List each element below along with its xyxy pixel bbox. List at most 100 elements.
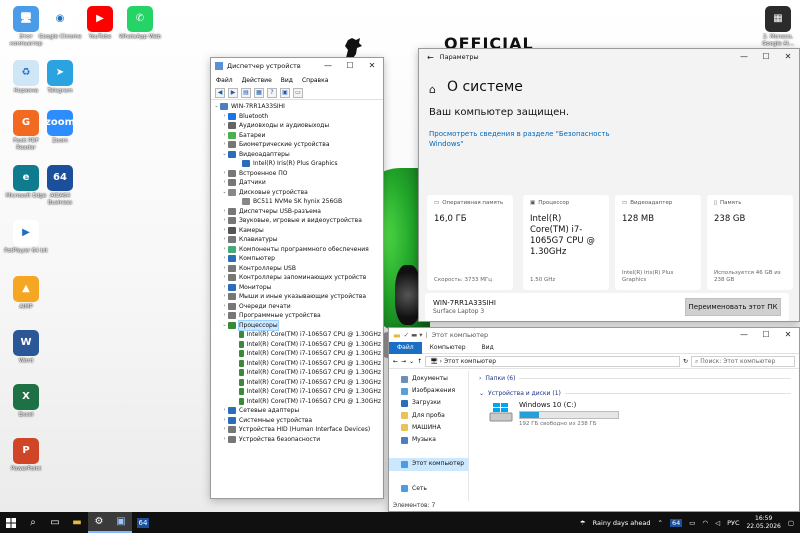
close-button[interactable]: ✕ [361, 58, 383, 74]
folders-group-header[interactable]: › Папки (6) [479, 375, 791, 382]
device-category[interactable]: › Компьютер [213, 254, 381, 264]
home-icon[interactable]: ⌂ [429, 83, 436, 96]
maximize-button[interactable]: ☐ [755, 327, 777, 343]
expand-icon[interactable]: › [221, 425, 228, 435]
show-icon[interactable]: ▣ [280, 87, 290, 98]
security-link[interactable]: Просмотреть сведения в разделе "Безопасн… [429, 129, 619, 149]
device-category[interactable]: › Диспетчеры USB-разъема [213, 207, 381, 217]
desktop-icon-7[interactable]: zoom Zoom [38, 110, 82, 145]
close-button[interactable]: ✕ [777, 49, 799, 65]
device-item[interactable]: Intel(R) Core(TM) i7-1065G7 CPU @ 1.30GH… [213, 359, 381, 369]
wifi-icon[interactable]: ◠ [702, 519, 708, 527]
device-item[interactable]: Intel(R) Core(TM) i7-1065G7 CPU @ 1.30GH… [213, 330, 381, 340]
minimize-button[interactable]: — [317, 58, 339, 74]
expand-icon[interactable]: › [221, 273, 228, 283]
device-category[interactable]: › Батареи [213, 131, 381, 141]
tree-root[interactable]: ⌄ WIN-7RR1A33SIHI [213, 102, 381, 112]
device-category[interactable]: › Устройства HID (Human Interface Devices… [213, 425, 381, 435]
desktop-icon-5[interactable]: ➤ Telegram [38, 60, 82, 95]
desktop-icon-12[interactable]: W Word [4, 330, 48, 365]
chevron-up-icon[interactable]: ⌃ [658, 519, 663, 527]
desktop-icon-10[interactable]: ▶ PotPlayer 64 bit [4, 220, 48, 255]
minimize-button[interactable]: — [733, 327, 755, 343]
expand-icon[interactable]: › [221, 235, 228, 245]
back-icon[interactable]: ← [393, 358, 398, 365]
device-category[interactable]: › Камеры [213, 226, 381, 236]
nav-item[interactable]: Этот компьютер [389, 458, 468, 471]
device-item[interactable]: Intel(R) Core(TM) i7-1065G7 CPU @ 1.30GH… [213, 340, 381, 350]
device-item[interactable]: Intel(R) Core(TM) i7-1065G7 CPU @ 1.30GH… [213, 349, 381, 359]
desktop-icon-9[interactable]: 64 AIDA64 Business [38, 165, 82, 206]
device-category[interactable]: ⌄ Процессоры [213, 319, 381, 331]
device-category[interactable]: › Устройства безопасности [213, 435, 381, 445]
expand-icon[interactable]: › [221, 121, 228, 131]
tree-view-icon[interactable]: ▤ [241, 87, 251, 98]
close-button[interactable]: ✕ [777, 327, 799, 343]
device-item[interactable]: Intel(R) Core(TM) i7-1065G7 CPU @ 1.30GH… [213, 368, 381, 378]
quick-access-toolbar-icon[interactable]: ✓ ▬ ▾ [404, 331, 423, 339]
desktop-icon-13[interactable]: X Excel [4, 384, 48, 419]
explorer-titlebar[interactable]: ▬ ✓ ▬ ▾ | Этот компьютер — ☐ ✕ [389, 328, 799, 342]
device-category[interactable]: › Контроллеры USB [213, 264, 381, 274]
maximize-button[interactable]: ☐ [755, 49, 777, 65]
expand-icon[interactable]: › [221, 264, 228, 274]
desktop-icon-11[interactable]: ▲ AIMP [4, 276, 48, 311]
desktop-icon-3[interactable]: ✆ WhatsApp Web [118, 6, 162, 41]
ribbon-tab-computer[interactable]: Компьютер [422, 342, 474, 354]
expand-icon[interactable]: › [221, 169, 228, 179]
settings-taskbar-icon[interactable]: ⚙ [88, 512, 110, 533]
nav-item[interactable]: Загрузки [389, 397, 468, 409]
expand-icon[interactable]: › [221, 416, 228, 426]
nav-item[interactable]: МАШИНА [389, 422, 468, 434]
collapse-icon[interactable]: ⌄ [221, 150, 228, 160]
device-category[interactable]: › Биометрические устройства [213, 140, 381, 150]
forward-icon[interactable]: → [401, 358, 406, 365]
device-item[interactable]: Intel(R) Core(TM) i7-1065G7 CPU @ 1.30GH… [213, 378, 381, 388]
device-category[interactable]: › Сетевые адаптеры [213, 406, 381, 416]
desktop-icon-14[interactable]: P PowerPoint [4, 438, 48, 473]
collapse-icon[interactable]: ⌄ [221, 321, 228, 331]
menu-action[interactable]: Действие [242, 77, 272, 84]
search-icon[interactable]: ⌕ [22, 512, 44, 533]
aida64-taskbar-icon[interactable]: 64 [132, 512, 154, 533]
expand-icon[interactable]: › [221, 131, 228, 141]
rename-pc-button[interactable]: Переименовать этот ПК [685, 298, 781, 316]
device-manager-titlebar[interactable]: Диспетчер устройств — ☐ ✕ [211, 58, 383, 74]
nav-item[interactable]: Музыка [389, 434, 468, 446]
nav-item[interactable]: Изображения [389, 385, 468, 397]
back-arrow-icon[interactable]: ← [427, 53, 434, 62]
refresh-icon[interactable]: ↻ [683, 358, 688, 365]
up-icon[interactable]: ↑ [417, 358, 422, 365]
desktop-icon-2[interactable]: ▶ YouTube [78, 6, 122, 41]
expand-icon[interactable]: › [221, 292, 228, 302]
device-category[interactable]: › Клавиатуры [213, 235, 381, 245]
expand-icon[interactable]: › [221, 226, 228, 236]
device-item[interactable]: Intel(R) Core(TM) i7-1065G7 CPU @ 1.30GH… [213, 387, 381, 397]
expand-icon[interactable]: › [221, 207, 228, 217]
device-item[interactable]: Intel(R) Core(TM) i7-1065G7 CPU @ 1.30GH… [213, 397, 381, 407]
device-category[interactable]: › Системные устройства [213, 416, 381, 426]
device-category[interactable]: › Встроенное ПО [213, 169, 381, 179]
expand-icon[interactable]: › [221, 245, 228, 255]
desktop-icon-1[interactable]: ◉ Google Chrome [38, 6, 82, 41]
desktop-icon-monaco[interactable]: ▦ 2. Monaco, Google Al... [756, 6, 800, 47]
weather-text[interactable]: Rainy days ahead [593, 519, 651, 527]
device-category[interactable]: › Аудиовходы и аудиовыходы [213, 121, 381, 131]
device-category[interactable]: › Bluetooth [213, 112, 381, 122]
monitor-icon[interactable]: ▭ [293, 87, 303, 98]
ribbon-tab-view[interactable]: Вид [474, 342, 502, 354]
minimize-button[interactable]: — [733, 49, 755, 65]
language-indicator[interactable]: РУС [727, 519, 739, 527]
nav-item[interactable]: Сеть [389, 483, 468, 495]
expand-icon[interactable]: › [221, 178, 228, 188]
device-category[interactable]: › Звуковые, игровые и видеоустройства [213, 216, 381, 226]
collapse-icon[interactable]: ⌄ [221, 188, 228, 198]
menu-file[interactable]: Файл [216, 77, 233, 84]
expand-icon[interactable]: › [221, 302, 228, 312]
nav-item[interactable]: Документы [389, 373, 468, 385]
device-item[interactable]: Intel(R) Iris(R) Plus Graphics [213, 159, 381, 169]
back-icon[interactable]: ◀ [215, 87, 225, 98]
menu-view[interactable]: Вид [281, 77, 293, 84]
device-category[interactable]: › Датчики [213, 178, 381, 188]
collapse-icon[interactable]: ⌄ [213, 102, 220, 112]
